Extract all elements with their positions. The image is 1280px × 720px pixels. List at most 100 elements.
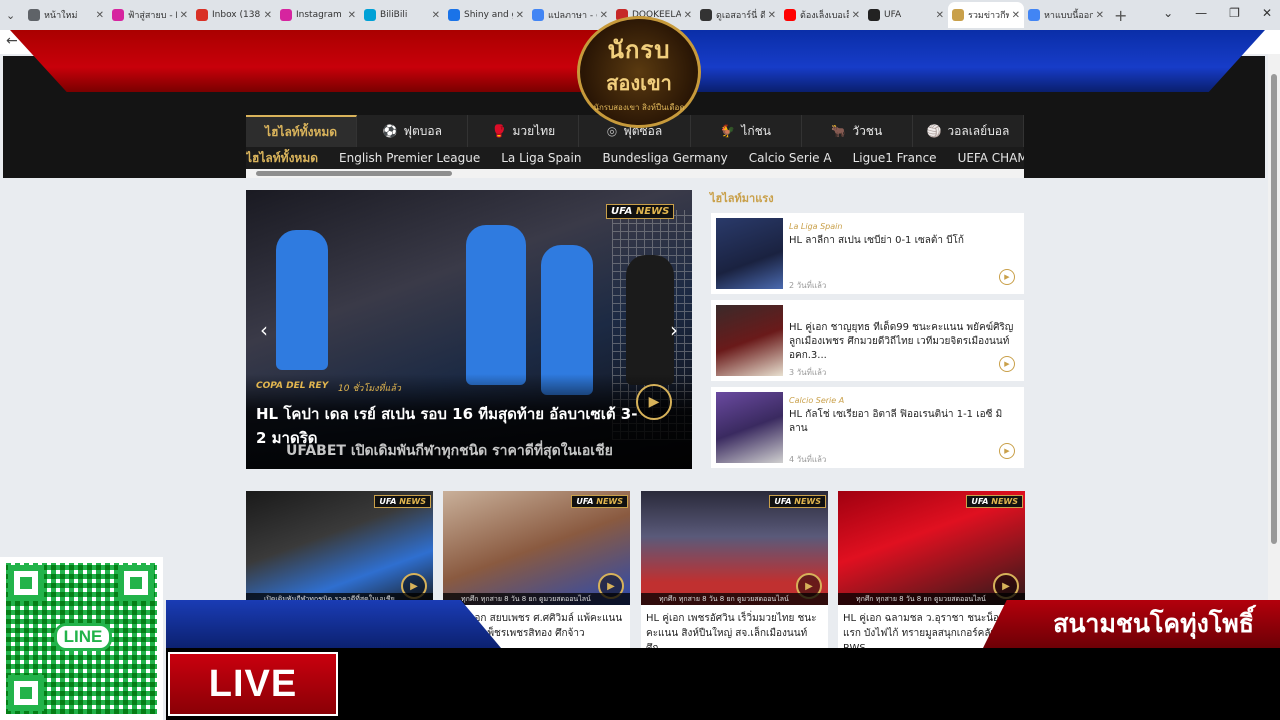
sidebar-title[interactable]: HL กัลโช่ เซเรียอา อิตาลี ฟิออเรนติน่า 1… xyxy=(789,408,1019,436)
tab-close-icon[interactable]: ✕ xyxy=(936,10,944,21)
tab-close-icon[interactable]: ✕ xyxy=(180,10,188,21)
browser-tab[interactable]: ดูเอสอาร์นี่ ดี ✕ xyxy=(696,2,780,28)
tab-title: Shiny and go xyxy=(464,10,513,20)
sub-menu-item[interactable]: UEFA CHAMPIONS LEAGUE xyxy=(958,151,1024,165)
submenu-scrollbar[interactable] xyxy=(246,169,1024,178)
tab-favicon-icon xyxy=(364,9,376,21)
tab-title: ดูเอสอาร์นี่ ดี xyxy=(716,11,765,21)
sub-menu-item[interactable]: Calcio Serie A xyxy=(749,151,832,165)
tab-favicon-icon xyxy=(196,9,208,21)
main-menu-item[interactable]: ไฮไลท์ทั้งหมด xyxy=(246,115,358,147)
menu-item-label: ฟุตบอล xyxy=(403,123,442,138)
close-window-icon[interactable]: ✕ xyxy=(1262,6,1272,20)
badge-news-text: NEWS xyxy=(635,206,670,217)
maximize-icon[interactable]: ❐ xyxy=(1229,6,1240,20)
tab-close-icon[interactable]: ✕ xyxy=(684,10,692,21)
logo-line1: นักรบ xyxy=(607,36,671,64)
tab-close-icon[interactable]: ✕ xyxy=(600,10,608,21)
stream-logo: นักรบ สองเขา นักรบสองเขา สิงห์ปืนเดือด xyxy=(577,16,701,128)
browser-tab[interactable]: รวมข่าวกีฬา ต่✕ xyxy=(948,2,1024,28)
browser-tab[interactable]: Instagram ✕ xyxy=(276,2,360,28)
tab-close-icon[interactable]: ✕ xyxy=(432,10,440,21)
grid-thumbnail[interactable]: UFA NEWS ▶ เปิดเดิมพันกีฬาทุกชนิด ราคาดี… xyxy=(246,491,433,605)
sidebar-title[interactable]: HL ลาลีกา สเปน เซบีย่า 0-1 เซลต้า บีโก้ xyxy=(789,234,1019,248)
tab-close-icon[interactable]: ✕ xyxy=(348,10,356,21)
tab-close-icon[interactable]: ✕ xyxy=(768,10,776,21)
tab-close-icon[interactable]: ✕ xyxy=(96,10,104,21)
tab-favicon-icon xyxy=(952,9,964,21)
main-menu-item[interactable]: 🐓 ไก่ชน xyxy=(691,115,802,147)
sub-menu-item[interactable]: Bundesliga Germany xyxy=(602,151,727,165)
grid-thumbnail[interactable]: UFA NEWS ▶ ทุกศึก ทุกสาย 8 วัน 8 ยก ดูมว… xyxy=(443,491,630,605)
sidebar-time: 4 วันที่แล้ว xyxy=(789,455,827,464)
sidebar-card[interactable]: Calcio Serie A HL กัลโช่ เซเรียอา อิตาลี… xyxy=(711,387,1024,468)
main-menu-item[interactable]: 🥊 มวยไทย xyxy=(468,115,580,147)
sidebar-time: 3 วันที่แล้ว xyxy=(789,368,827,377)
browser-tab[interactable]: หาแบบนี้ออกกี✕ xyxy=(1024,2,1108,28)
play-icon[interactable]: ▶ xyxy=(999,443,1015,459)
browser-tab[interactable]: แปลภาษา - ต้น✕ xyxy=(528,2,612,28)
grid-promo-strip: ทุกศึก ทุกสาย 8 วัน 8 ยก ดูมวยสดออนไลน์ xyxy=(443,593,630,605)
browser-tab[interactable]: UFA ✕ xyxy=(864,2,948,28)
badge-news-text: NEWS xyxy=(596,497,623,506)
sidebar-thumbnail[interactable] xyxy=(716,218,783,289)
sub-menu-item[interactable]: English Premier League xyxy=(339,151,480,165)
tab-close-icon[interactable]: ✕ xyxy=(852,10,860,21)
browser-tab[interactable]: Inbox (138) ✕ xyxy=(192,2,276,28)
tab-title: Instagram xyxy=(296,10,342,20)
sidebar-league: Calcio Serie A xyxy=(789,396,845,405)
play-icon[interactable]: ▶ xyxy=(999,356,1015,372)
main-menu-item[interactable]: ⚽ ฟุตบอล xyxy=(357,115,469,147)
browser-tab[interactable]: ฟ้าสู่สายบ - In✕ xyxy=(108,2,192,28)
tab-list-icon[interactable]: ⌄ xyxy=(6,9,24,22)
hero-player-figure xyxy=(541,245,593,395)
menu-item-icon: 🐂 xyxy=(831,124,847,138)
tab-favicon-icon xyxy=(868,9,880,21)
menu-item-label: ไก่ชน xyxy=(741,123,771,138)
sidebar-thumbnail[interactable] xyxy=(716,305,783,376)
tab-search-icon[interactable]: ⌄ xyxy=(1163,6,1173,20)
submenu-scroll-thumb[interactable] xyxy=(256,171,452,176)
badge-ufa-text: UFA xyxy=(576,497,594,506)
sub-menu-item[interactable]: La Liga Spain xyxy=(501,151,581,165)
browser-tab[interactable]: หน้าใหม่ ✕ xyxy=(24,2,108,28)
scrollbar-thumb[interactable] xyxy=(1271,74,1277,544)
grid-promo-strip: ทุกศึก ทุกสาย 8 วัน 8 ยก ดูมวยสดออนไลน์ xyxy=(838,593,1025,605)
tab-favicon-icon xyxy=(700,9,712,21)
sidebar-league: La Liga Spain xyxy=(789,222,843,231)
tab-close-icon[interactable]: ✕ xyxy=(516,10,524,21)
tab-close-icon[interactable]: ✕ xyxy=(264,10,272,21)
grid-thumbnail[interactable]: UFA NEWS ▶ ทุกศึก ทุกสาย 8 วัน 8 ยก ดูมว… xyxy=(641,491,828,605)
grid-thumbnail[interactable]: UFA NEWS ▶ ทุกศึก ทุกสาย 8 วัน 8 ยก ดูมว… xyxy=(838,491,1025,605)
stream-venue-bar: สนามชนโคทุ่งโพธิ์ xyxy=(983,600,1280,648)
sidebar-time: 2 วันที่แล้ว xyxy=(789,281,827,290)
tab-title: รวมข่าวกีฬา ต่ xyxy=(968,11,1009,21)
browser-tab[interactable]: ต้องเล็งเบอเล็ ✕ xyxy=(780,2,864,28)
hero-prev-arrow-icon[interactable]: ‹ xyxy=(260,318,268,342)
tab-close-icon[interactable]: ✕ xyxy=(1096,10,1104,21)
sidebar-card[interactable]: HL คู่เอก ชาญยุทธ ทีเด็ด99 ชนะคะแนน พยัค… xyxy=(711,300,1024,381)
main-menu-item[interactable]: 🐂 วัวชน xyxy=(802,115,913,147)
minimize-icon[interactable]: — xyxy=(1195,6,1207,20)
tab-title: BiliBili xyxy=(380,10,408,20)
hero-goalkeeper-figure xyxy=(626,255,674,385)
banner-blue-wing xyxy=(640,30,1265,92)
tab-close-icon[interactable]: ✕ xyxy=(1012,10,1020,21)
sub-menu-item[interactable]: ไฮไลท์ทั้งหมด xyxy=(246,149,318,168)
sidebar-title[interactable]: HL คู่เอก ชาญยุทธ ทีเด็ด99 ชนะคะแนน พยัค… xyxy=(789,321,1019,363)
hero-play-icon[interactable]: ▶ xyxy=(636,384,672,420)
play-icon[interactable]: ▶ xyxy=(999,269,1015,285)
sub-menu: ไฮไลท์ทั้งหมด English Premier League La Li… xyxy=(246,147,1024,169)
hero-slider[interactable]: UFA NEWS ‹ › COPA DEL REY 10 ชั่วโมงที่แ… xyxy=(246,190,692,469)
menu-item-icon: 🐓 xyxy=(720,124,736,138)
hero-next-arrow-icon[interactable]: › xyxy=(670,318,678,342)
new-tab-button[interactable]: + xyxy=(1114,6,1127,25)
browser-tab[interactable]: BiliBili ✕ xyxy=(360,2,444,28)
grid-card[interactable]: UFA NEWS ▶ ทุกศึก ทุกสาย 8 วัน 8 ยก ดูมว… xyxy=(641,491,828,654)
sidebar-thumbnail[interactable] xyxy=(716,392,783,463)
menu-item-icon: ◎ xyxy=(606,124,618,138)
sidebar-card[interactable]: La Liga Spain HL ลาลีกา สเปน เซบีย่า 0-1… xyxy=(711,213,1024,294)
main-menu-item[interactable]: 🏐 วอลเลย์บอล xyxy=(913,115,1024,147)
browser-tab[interactable]: Shiny and go✕ xyxy=(444,2,528,28)
sub-menu-item[interactable]: Ligue1 France xyxy=(853,151,937,165)
